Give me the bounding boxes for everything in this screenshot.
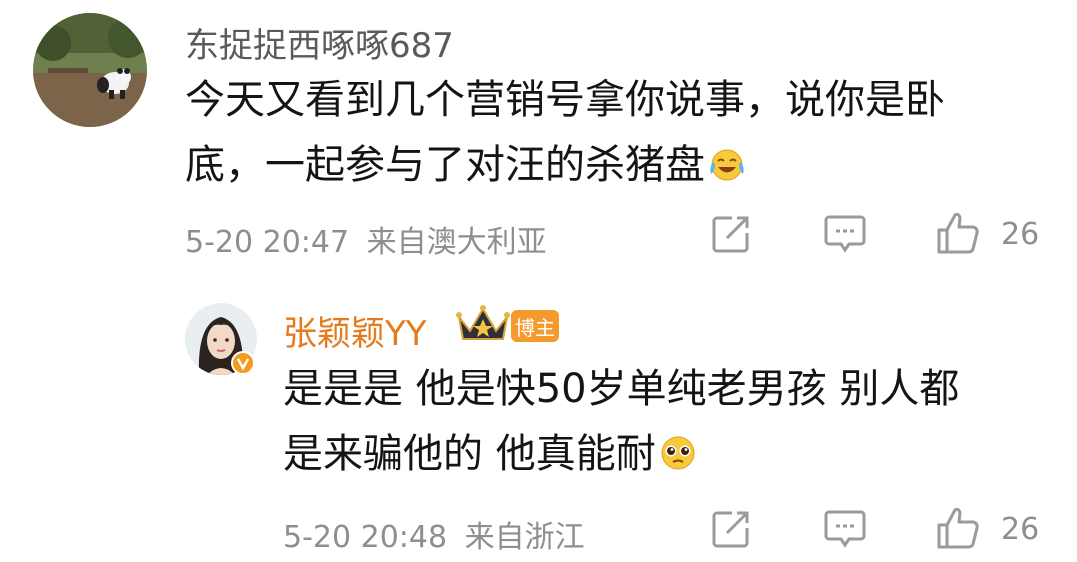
location: 来自浙江 [464,520,585,555]
thumbs-up-icon[interactable] [935,210,981,256]
username[interactable]: 东捉捉西啄啄687 [185,18,454,67]
share-icon[interactable] [710,508,752,550]
reply-text-line: 是是是 他是快50岁单纯老男孩 别人都 [283,366,960,412]
panda-photo [33,13,147,127]
comment-icon[interactable] [823,213,867,255]
like-count: 26 [1001,217,1040,252]
meta: 5-20 20:47 来自澳大利亚 [185,217,547,261]
username[interactable]: 张颖颖YY [283,306,427,355]
laugh-cry-emoji [707,139,747,181]
thumbs-up-icon[interactable] [935,505,981,551]
location: 来自澳大利亚 [366,225,547,260]
comment-text-line-2: 底，一起参与了对汪的杀猪盘 [185,133,1055,198]
like-count: 26 [1001,512,1040,547]
avatar[interactable] [33,13,147,127]
share-icon[interactable] [710,213,752,255]
author-badge: 博主 [511,310,559,342]
crown-icon [456,303,510,347]
timestamp: 5-20 20:47 [185,225,350,260]
comment-text-line: 今天又看到几个营销号拿你说事，说你是卧 [185,77,945,123]
timestamp: 5-20 20:48 [283,520,448,555]
meta: 5-20 20:48 来自浙江 [283,512,585,556]
comment-icon[interactable] [823,508,867,550]
verified-v-icon [231,351,255,375]
reply-text-line-2: 是来骗他的 他真能耐 [283,422,1053,487]
comment-text: 今天又看到几个营销号拿你说事，说你是卧 底，一起参与了对汪的杀猪盘 [185,68,1055,198]
reply-text: 是是是 他是快50岁单纯老男孩 别人都 是来骗他的 他真能耐 [283,357,1053,487]
pleading-emoji [658,428,698,470]
